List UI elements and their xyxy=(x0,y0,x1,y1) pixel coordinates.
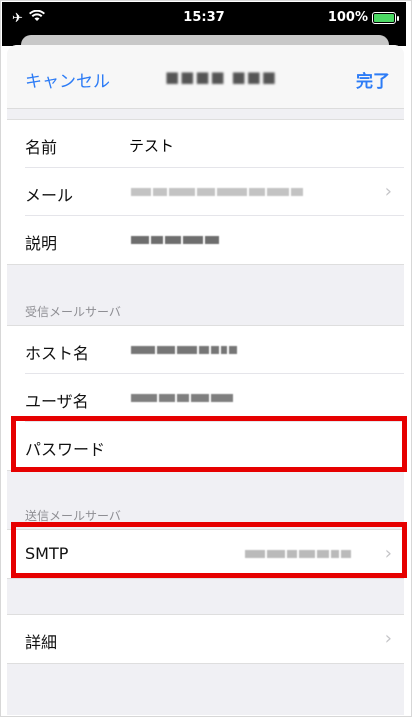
description-row[interactable]: 説明 xyxy=(25,216,404,264)
nav-title-redacted: ■■■■ ■■■ xyxy=(165,68,277,86)
smtp-value-redacted xyxy=(245,548,351,560)
description-label: 説明 xyxy=(25,234,58,253)
outgoing-server-group: SMTP › xyxy=(7,529,404,579)
hostname-label: ホスト名 xyxy=(25,344,90,363)
smtp-row[interactable]: SMTP › xyxy=(25,530,404,578)
smtp-label: SMTP xyxy=(25,544,69,563)
advanced-label: 詳細 xyxy=(25,633,58,652)
name-label: 名前 xyxy=(25,138,58,157)
chevron-right-icon: › xyxy=(384,628,392,649)
hostname-value-redacted xyxy=(131,344,237,356)
username-value-redacted xyxy=(131,392,233,404)
account-edit-sheet: キャンセル ■■■■ ■■■ 完了 名前 テスト メール › 説明 受信メールサ… xyxy=(7,45,404,715)
password-row[interactable]: パスワード xyxy=(25,422,404,470)
incoming-server-group: ホスト名 ユーザ名 パスワード xyxy=(7,325,404,471)
battery-icon xyxy=(372,11,399,24)
hostname-row[interactable]: ホスト名 xyxy=(25,326,404,374)
email-value-redacted xyxy=(131,186,303,198)
incoming-server-header: 受信メールサーバ xyxy=(25,305,121,319)
name-row[interactable]: 名前 テスト xyxy=(25,120,404,168)
chevron-right-icon: › xyxy=(384,181,392,202)
username-row[interactable]: ユーザ名 xyxy=(25,374,404,422)
done-button[interactable]: 完了 xyxy=(356,67,390,92)
email-row[interactable]: メール › xyxy=(25,168,404,216)
username-label: ユーザ名 xyxy=(25,392,89,411)
password-label: パスワード xyxy=(25,440,106,459)
battery-percent: 100% xyxy=(327,10,368,25)
device-frame: ✈ 15:37 100% キャンセル ■■■■ ■■■ 完了 名前 テスト メー… xyxy=(0,0,412,717)
advanced-group: 詳細 › xyxy=(7,614,404,664)
name-value[interactable]: テスト xyxy=(129,135,174,156)
description-value-redacted xyxy=(131,234,219,246)
outgoing-server-header: 送信メールサーバ xyxy=(25,509,121,523)
navigation-bar: キャンセル ■■■■ ■■■ 完了 xyxy=(7,45,404,109)
bottom-spacer xyxy=(7,688,404,715)
cancel-button[interactable]: キャンセル xyxy=(25,67,110,92)
email-label: メール xyxy=(25,186,74,205)
account-group: 名前 テスト メール › 説明 xyxy=(7,119,404,265)
chevron-right-icon: › xyxy=(384,543,392,564)
advanced-row[interactable]: 詳細 › xyxy=(25,615,404,663)
status-right: 100% xyxy=(327,10,399,25)
status-bar: ✈ 15:37 100% xyxy=(2,2,406,36)
